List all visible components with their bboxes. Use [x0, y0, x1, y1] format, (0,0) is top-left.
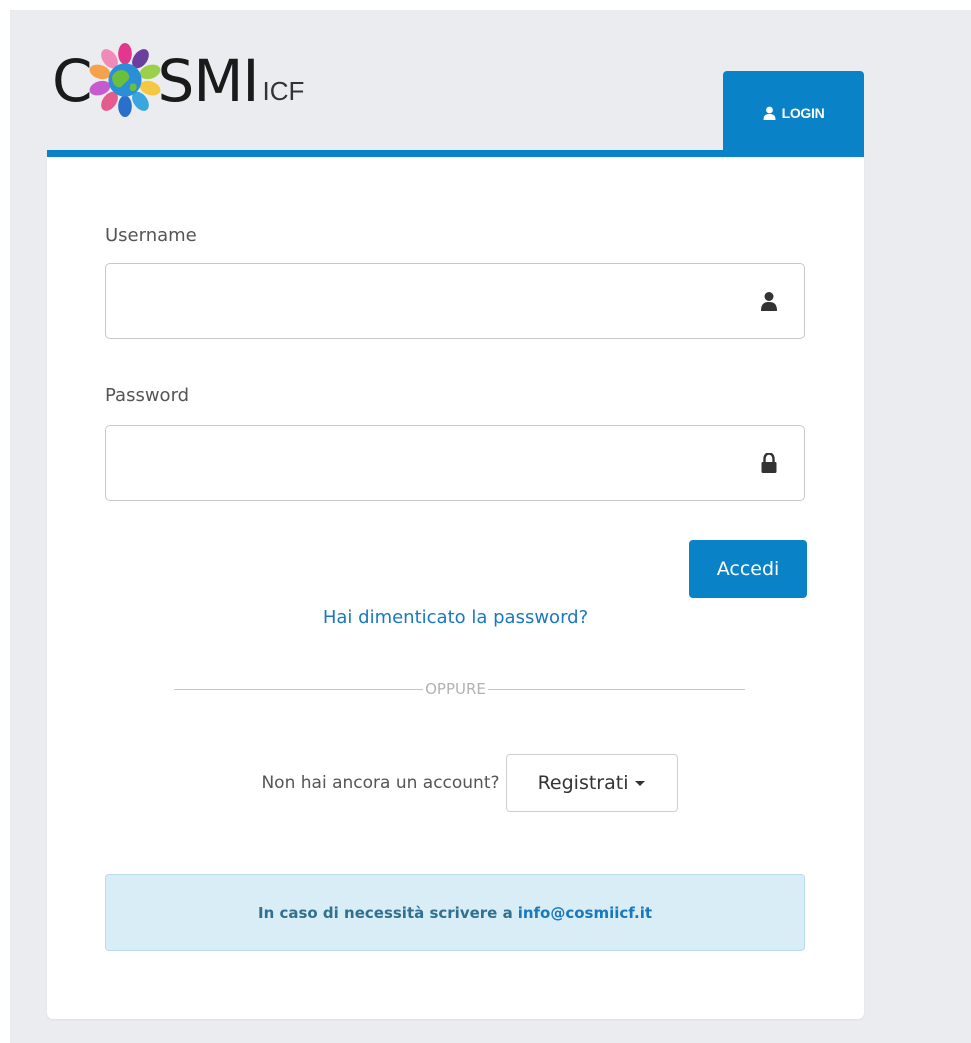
- divider-or-label: OPPURE: [423, 680, 488, 698]
- user-icon: [761, 292, 777, 311]
- lock-icon: [761, 453, 777, 473]
- login-button[interactable]: Accedi: [689, 540, 807, 598]
- password-label: Password: [105, 385, 190, 406]
- globe-hands-icon: [89, 42, 160, 118]
- logo-letters-smi: SMI: [157, 47, 260, 115]
- page-background: C SMI ICF LOGIN Username Password Accedi…: [10, 10, 971, 1043]
- info-alert: In caso di necessità scrivere a info@cos…: [105, 874, 805, 951]
- register-button-label: Registrati: [537, 772, 629, 794]
- forgot-password-link[interactable]: Hai dimenticato la password?: [47, 607, 864, 628]
- username-label: Username: [105, 225, 197, 246]
- info-text: In caso di necessità scrivere a: [257, 903, 513, 922]
- register-prompt: Non hai ancora un account?: [261, 773, 500, 793]
- logo-suffix-icf: ICF: [262, 76, 305, 106]
- tab-login[interactable]: LOGIN: [723, 71, 864, 155]
- login-card: Username Password Accedi Hai dimenticato…: [47, 150, 864, 1019]
- password-field[interactable]: [105, 425, 805, 501]
- tab-login-label: LOGIN: [781, 105, 825, 121]
- username-field[interactable]: [105, 263, 805, 339]
- register-dropdown-button[interactable]: Registrati: [505, 754, 678, 812]
- caret-down-icon: [635, 780, 646, 786]
- cosmi-icf-logo: C SMI ICF: [52, 36, 305, 118]
- divider-or: OPPURE: [47, 679, 864, 698]
- info-email-link[interactable]: info@cosmiicf.it: [518, 904, 652, 922]
- register-row: Non hai ancora un account? Registrati: [47, 754, 864, 812]
- user-icon: [763, 106, 776, 120]
